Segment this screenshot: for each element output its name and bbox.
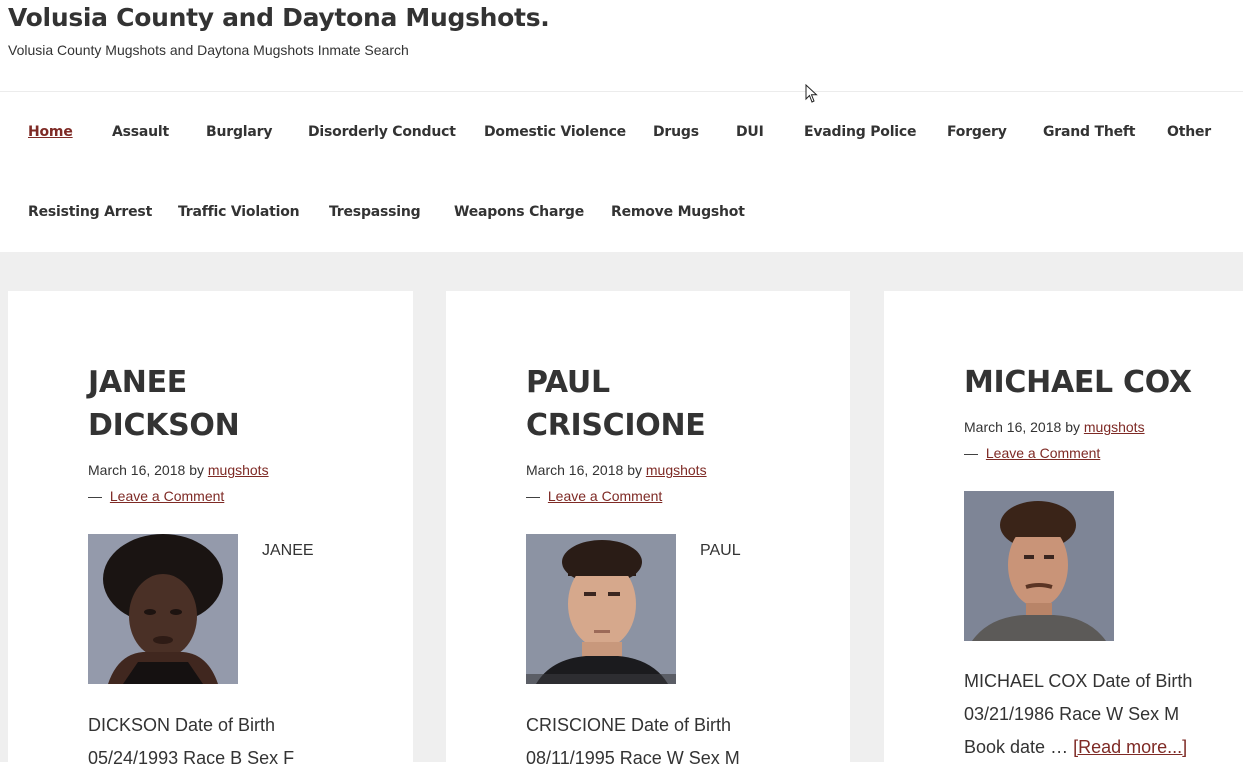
mugshot-photo[interactable] [964, 491, 1114, 641]
excerpt-text: Book date … [964, 737, 1069, 757]
nav-item-disorderly-conduct[interactable]: Disorderly Conduct [308, 124, 456, 140]
author-link[interactable]: mugshots [208, 462, 269, 478]
read-more-link[interactable]: [Read more...] [1073, 737, 1187, 757]
post-title-line[interactable]: DICKSON [88, 408, 240, 443]
post-date: March 16, 2018 [88, 462, 186, 478]
leave-comment-link[interactable]: Leave a Comment [986, 445, 1100, 461]
post-date: March 16, 2018 [526, 462, 624, 478]
dash: — [526, 488, 540, 504]
post-card: JANEE DICKSON March 16, 2018 by mugshots… [8, 291, 413, 771]
post-excerpt: CRISCIONE Date of Birth 08/11/1995 Race … [526, 709, 816, 775]
post-date: March 16, 2018 [964, 419, 1062, 435]
post-excerpt: MICHAEL COX Date of Birth 03/21/1986 Rac… [964, 665, 1224, 764]
post-title[interactable]: JANEE DICKSON [88, 361, 348, 447]
post-title-line[interactable]: CRISCIONE [526, 408, 706, 443]
nav-item-resisting-arrest[interactable]: Resisting Arrest [28, 204, 152, 220]
excerpt-line: CRISCIONE Date of Birth [526, 715, 732, 735]
post-comments: — Leave a Comment [88, 488, 224, 504]
nav-item-evading-police[interactable]: Evading Police [804, 124, 916, 140]
excerpt-line: MICHAEL COX Date of Birth [964, 671, 1193, 691]
post-meta: March 16, 2018 by mugshots [964, 419, 1145, 435]
nav-item-remove-mugshot[interactable]: Remove Mugshot [611, 204, 745, 220]
mugshot-photo[interactable] [526, 534, 676, 684]
excerpt-line: 08/11/1995 Race W Sex M [526, 748, 740, 768]
mugshot-photo[interactable] [88, 534, 238, 684]
nav-item-dui[interactable]: DUI [736, 124, 764, 140]
post-by: by [1065, 419, 1080, 435]
site-header: Volusia County and Daytona Mugshots. Vol… [0, 0, 1243, 92]
nav-item-home[interactable]: Home [28, 124, 73, 140]
nav-item-weapons-charge[interactable]: Weapons Charge [454, 204, 584, 220]
nav-item-domestic-violence[interactable]: Domestic Violence [484, 124, 626, 140]
site-description: Volusia County Mugshots and Daytona Mugs… [8, 42, 409, 58]
first-name-text: JANEE [262, 542, 314, 559]
post-by: by [627, 462, 642, 478]
leave-comment-link[interactable]: Leave a Comment [548, 488, 662, 504]
post-title-line[interactable]: MICHAEL COX [964, 365, 1192, 400]
nav-item-drugs[interactable]: Drugs [653, 124, 699, 140]
post-title[interactable]: MICHAEL COX [964, 361, 1234, 404]
mouse-cursor-icon [805, 83, 819, 109]
post-comments: — Leave a Comment [526, 488, 662, 504]
post-title[interactable]: PAUL CRISCIONE [526, 361, 786, 447]
nav-item-trespassing[interactable]: Trespassing [329, 204, 421, 220]
nav-item-burglary[interactable]: Burglary [206, 124, 272, 140]
post-title-line[interactable]: JANEE [88, 365, 187, 400]
site-title[interactable]: Volusia County and Daytona Mugshots. [8, 3, 550, 32]
nav-item-assault[interactable]: Assault [112, 124, 169, 140]
excerpt-line: DICKSON Date of Birth [88, 715, 276, 735]
leave-comment-link[interactable]: Leave a Comment [110, 488, 224, 504]
first-name-text: PAUL [700, 542, 741, 559]
post-meta: March 16, 2018 by mugshots [526, 462, 707, 478]
post-title-line[interactable]: PAUL [526, 365, 610, 400]
post-card: PAUL CRISCIONE March 16, 2018 by mugshot… [446, 291, 850, 771]
post-comments: — Leave a Comment [964, 445, 1100, 461]
post-meta: March 16, 2018 by mugshots [88, 462, 269, 478]
nav-item-forgery[interactable]: Forgery [947, 124, 1007, 140]
excerpt-line: 05/24/1993 Race B Sex F [88, 748, 295, 768]
post-by: by [189, 462, 204, 478]
excerpt-line: 03/21/1986 Race W Sex M [964, 704, 1180, 724]
nav-item-grand-theft[interactable]: Grand Theft [1043, 124, 1136, 140]
dash: — [88, 488, 102, 504]
author-link[interactable]: mugshots [646, 462, 707, 478]
nav-item-traffic-violation[interactable]: Traffic Violation [178, 204, 300, 220]
author-link[interactable]: mugshots [1084, 419, 1145, 435]
dash: — [964, 445, 978, 461]
excerpt-line: Book date … [Read more...] [964, 731, 1224, 764]
nav-item-other[interactable]: Other [1167, 124, 1211, 140]
post-excerpt: DICKSON Date of Birth 05/24/1993 Race B … [88, 709, 378, 775]
primary-navigation: Home Assault Burglary Disorderly Conduct… [0, 92, 1243, 252]
post-card: MICHAEL COX March 16, 2018 by mugshots —… [884, 291, 1243, 771]
